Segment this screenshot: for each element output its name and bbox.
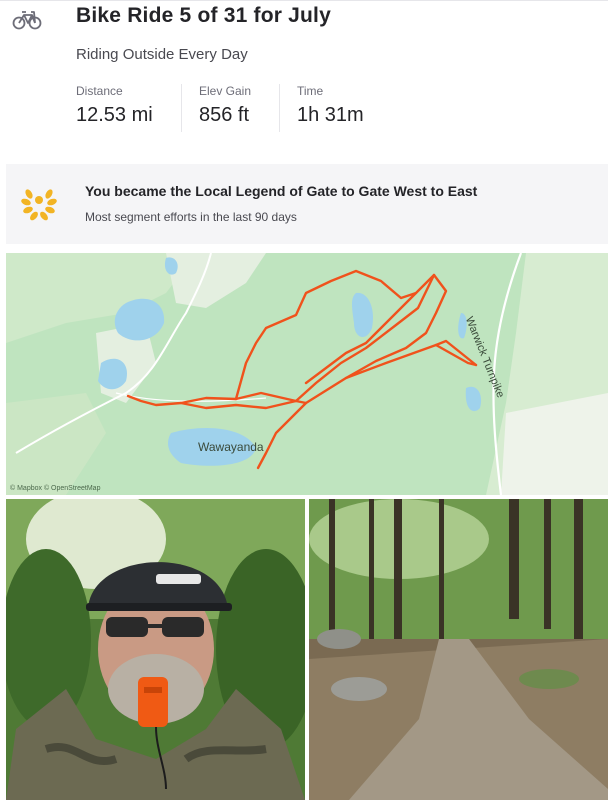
- forest-trail-photo: [309, 499, 608, 800]
- person-photo: [6, 499, 305, 800]
- stat-elev-gain-label: Elev Gain: [199, 84, 252, 98]
- stat-distance-label: Distance: [76, 84, 123, 98]
- trail-photo[interactable]: [309, 499, 608, 800]
- selfie-photo[interactable]: [6, 499, 305, 800]
- local-legend-title: You became the Local Legend of Gate to G…: [85, 183, 478, 199]
- laurel-icon: [21, 189, 57, 221]
- stat-time-label: Time: [297, 84, 324, 98]
- top-divider: [0, 0, 608, 1]
- stat-distance-value: 12.53 mi: [76, 104, 153, 126]
- map-attribution[interactable]: © Mapbox © OpenStreetMap: [10, 485, 100, 492]
- map-canvas: [6, 253, 608, 495]
- map-place-label: Wawayanda: [198, 440, 264, 454]
- stat-elev-gain-value: 856 ft: [199, 104, 250, 126]
- activity-subtitle: Riding Outside Every Day: [76, 46, 248, 63]
- stat-time: Time 1h 31m: [297, 84, 364, 127]
- stat-divider: [279, 84, 280, 132]
- bike-icon: [12, 11, 42, 30]
- stat-distance: Distance 12.53 mi: [76, 84, 153, 127]
- route-map[interactable]: Wawayanda Warwick Turnpike © Mapbox © Op…: [6, 253, 608, 495]
- local-legend-subtitle: Most segment efforts in the last 90 days: [85, 210, 297, 224]
- local-legend-banner[interactable]: You became the Local Legend of Gate to G…: [6, 164, 608, 244]
- stat-time-value: 1h 31m: [297, 104, 364, 126]
- activity-title[interactable]: Bike Ride 5 of 31 for July: [76, 4, 331, 28]
- stat-divider: [181, 84, 182, 132]
- stat-elev-gain: Elev Gain 856 ft: [199, 84, 251, 127]
